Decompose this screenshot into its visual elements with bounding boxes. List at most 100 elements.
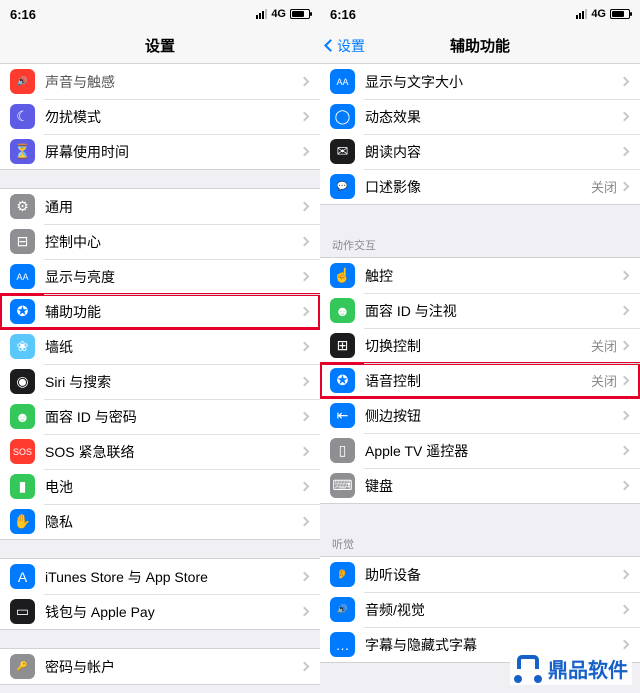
row-label: 显示与文字大小 bbox=[365, 72, 621, 92]
row-label: 键盘 bbox=[365, 476, 621, 496]
row-control-center[interactable]: ⊟控制中心 bbox=[0, 224, 320, 259]
row-wallpaper[interactable]: ❀ 墙纸 bbox=[0, 329, 320, 364]
sound-touch-icon: 🔊 bbox=[10, 69, 35, 94]
row-general[interactable]: ⚙通用 bbox=[0, 189, 320, 224]
privacy-icon: ✋ bbox=[10, 509, 35, 534]
row-label: SOS 紧急联络 bbox=[45, 442, 301, 462]
wallet-icon: ▭ bbox=[10, 599, 35, 624]
apple-tv-remote-icon: ▯ bbox=[330, 438, 355, 463]
chevron-right-icon bbox=[620, 570, 630, 580]
row-label: 朗读内容 bbox=[365, 142, 621, 162]
row-hearing-devices[interactable]: 👂助听设备 bbox=[320, 557, 640, 592]
battery-icon bbox=[290, 9, 310, 19]
audio-descriptions-icon: 💬 bbox=[330, 174, 355, 199]
battery-icon: ▮ bbox=[10, 474, 35, 499]
chevron-left-icon bbox=[324, 39, 337, 52]
chevron-right-icon bbox=[620, 411, 630, 421]
row-label: 电池 bbox=[45, 477, 301, 497]
navbar: 设置 bbox=[0, 28, 320, 64]
row-sound-touch[interactable]: 🔊声音与触感 bbox=[0, 64, 320, 99]
chevron-right-icon bbox=[620, 481, 630, 491]
row-keyboards[interactable]: ⌨ 键盘 bbox=[320, 468, 640, 503]
spoken-content-icon: ✉ bbox=[330, 139, 355, 164]
row-screen-time[interactable]: ⏳屏幕使用时间 bbox=[0, 134, 320, 169]
page-title: 辅助功能 bbox=[450, 35, 510, 56]
row-itunes-appstore[interactable]: AiTunes Store 与 App Store bbox=[0, 559, 320, 594]
sos-icon: SOS bbox=[10, 439, 35, 464]
row-privacy[interactable]: ✋ 隐私 bbox=[0, 504, 320, 539]
chevron-right-icon bbox=[620, 446, 630, 456]
chevron-right-icon bbox=[620, 271, 630, 281]
touch-icon: ☝ bbox=[330, 263, 355, 288]
subtitles-icon: … bbox=[330, 632, 355, 657]
status-bar: 6:16 4G bbox=[0, 0, 320, 28]
section-header: 听觉 bbox=[320, 522, 640, 556]
chevron-right-icon bbox=[620, 306, 630, 316]
watermark: 鼎品软件 bbox=[510, 652, 632, 685]
chevron-right-icon bbox=[300, 342, 310, 352]
motion-icon: ◯ bbox=[330, 104, 355, 129]
status-time: 6:16 bbox=[10, 7, 36, 22]
row-faceid-passcode[interactable]: ☻面容 ID 与密码 bbox=[0, 399, 320, 434]
itunes-appstore-icon: A bbox=[10, 564, 35, 589]
row-label: 显示与亮度 bbox=[45, 267, 301, 287]
chevron-right-icon bbox=[300, 377, 310, 387]
wallpaper-icon: ❀ bbox=[10, 334, 35, 359]
group: 🔑 密码与帐户 bbox=[0, 648, 320, 685]
row-sos[interactable]: SOS SOS 紧急联络 bbox=[0, 434, 320, 469]
row-touch[interactable]: ☝触控 bbox=[320, 258, 640, 293]
row-label: 密码与帐户 bbox=[45, 657, 301, 677]
section-header: 动作交互 bbox=[320, 223, 640, 257]
chevron-right-icon bbox=[620, 77, 630, 87]
audio-visual-icon: 🔊 bbox=[330, 597, 355, 622]
row-label: 钱包与 Apple Pay bbox=[45, 602, 301, 622]
watermark-text: 鼎品软件 bbox=[548, 654, 628, 683]
row-faceid-attention[interactable]: ☻ 面容 ID 与注视 bbox=[320, 293, 640, 328]
row-siri-search[interactable]: ◉ Siri 与搜索 bbox=[0, 364, 320, 399]
row-label: 动态效果 bbox=[365, 107, 621, 127]
row-accessibility[interactable]: ✪辅助功能 bbox=[0, 294, 320, 329]
row-switch-control[interactable]: ⊞切换控制关闭 bbox=[320, 328, 640, 363]
row-display-brightness[interactable]: AA 显示与亮度 bbox=[0, 259, 320, 294]
passwords-accounts-icon: 🔑 bbox=[10, 654, 35, 679]
back-button[interactable]: 设置 bbox=[326, 28, 365, 63]
row-spoken-content[interactable]: ✉ 朗读内容 bbox=[320, 134, 640, 169]
row-label: 助听设备 bbox=[365, 565, 621, 585]
keyboards-icon: ⌨ bbox=[330, 473, 355, 498]
row-label: 隐私 bbox=[45, 512, 301, 532]
row-wallet[interactable]: ▭ 钱包与 Apple Pay bbox=[0, 594, 320, 629]
row-label: 勿扰模式 bbox=[45, 107, 301, 127]
screen-time-icon: ⏳ bbox=[10, 139, 35, 164]
display-brightness-icon: AA bbox=[10, 264, 35, 289]
row-motion[interactable]: ◯ 动态效果 bbox=[320, 99, 640, 134]
chevron-right-icon bbox=[620, 147, 630, 157]
row-label: 辅助功能 bbox=[45, 302, 301, 322]
row-label: 控制中心 bbox=[45, 232, 301, 252]
side-button-icon: ⇤ bbox=[330, 403, 355, 428]
row-label: 口述影像 bbox=[365, 177, 591, 197]
chevron-right-icon bbox=[300, 147, 310, 157]
siri-search-icon: ◉ bbox=[10, 369, 35, 394]
row-label: 面容 ID 与注视 bbox=[365, 301, 621, 321]
row-label: Siri 与搜索 bbox=[45, 372, 301, 392]
right-screenshot: 6:16 4G 设置 辅助功能 AA显示与文字大小◯动态效果✉朗读内容💬口述影像… bbox=[320, 0, 640, 693]
row-display-text-size[interactable]: AA显示与文字大小 bbox=[320, 64, 640, 99]
row-label: 墙纸 bbox=[45, 337, 301, 357]
row-label: 通用 bbox=[45, 197, 301, 217]
row-voice-control[interactable]: ✪语音控制关闭 bbox=[320, 363, 640, 398]
voice-control-icon: ✪ bbox=[330, 368, 355, 393]
row-passwords-accounts[interactable]: 🔑 密码与帐户 bbox=[0, 649, 320, 684]
row-dnd[interactable]: ☾勿扰模式 bbox=[0, 99, 320, 134]
chevron-right-icon bbox=[300, 307, 310, 317]
row-audio-visual[interactable]: 🔊音频/视觉 bbox=[320, 592, 640, 627]
row-label: 侧边按钮 bbox=[365, 406, 621, 426]
row-side-button[interactable]: ⇤ 侧边按钮 bbox=[320, 398, 640, 433]
faceid-attention-icon: ☻ bbox=[330, 298, 355, 323]
row-value: 关闭 bbox=[591, 371, 617, 390]
chevron-right-icon bbox=[620, 640, 630, 650]
row-battery[interactable]: ▮ 电池 bbox=[0, 469, 320, 504]
row-apple-tv-remote[interactable]: ▯Apple TV 遥控器 bbox=[320, 433, 640, 468]
chevron-right-icon bbox=[620, 605, 630, 615]
row-value: 关闭 bbox=[591, 336, 617, 355]
row-audio-descriptions[interactable]: 💬口述影像关闭 bbox=[320, 169, 640, 204]
